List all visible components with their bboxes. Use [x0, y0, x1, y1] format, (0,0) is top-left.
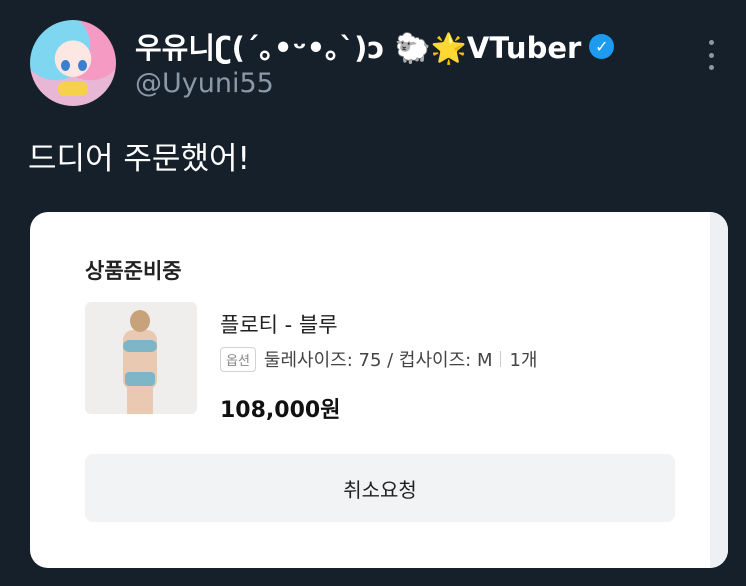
- price: 108,000원: [220, 398, 341, 423]
- image-figure-part: [127, 386, 153, 414]
- avatar-eye: [78, 60, 87, 71]
- display-name-text: 우유니ʗ(´｡•ᵕ•｡`)ɔ 🐑🌟VTuber: [135, 31, 582, 65]
- option-text: 둘레사이즈: 75 / 컵사이즈: M: [263, 350, 493, 371]
- image-figure-part: [130, 310, 150, 332]
- quantity: 1개: [509, 350, 538, 371]
- tweet-text: 드디어 주문했어!: [28, 141, 250, 177]
- cancel-request-button[interactable]: 취소요청: [85, 454, 675, 522]
- product-image[interactable]: [85, 302, 197, 414]
- avatar-eye: [61, 60, 70, 71]
- option-row: 옵션 둘레사이즈: 75 / 컵사이즈: M 1개: [220, 346, 538, 372]
- verified-badge-icon: ✓: [589, 33, 615, 59]
- order-status: 상품준비중: [85, 259, 182, 283]
- card-edge: [710, 212, 728, 568]
- more-dot: [708, 52, 714, 58]
- tweet: 우유니ʗ(´｡•ᵕ•｡`)ɔ 🐑🌟VTuber ✓ @Uyuni55 드디어 주…: [0, 0, 746, 586]
- more-dot: [708, 65, 714, 70]
- user-handle[interactable]: @Uyuni55: [135, 68, 274, 99]
- more-options-icon[interactable]: [704, 40, 718, 70]
- product-name[interactable]: 플로티 - 블루: [220, 309, 338, 339]
- avatar[interactable]: [30, 20, 116, 106]
- option-badge: 옵션: [220, 346, 256, 372]
- order-card[interactable]: 상품준비중 플로티 - 블루 옵션 둘레사이즈: 75 / 컵사이즈: M 1개…: [30, 212, 728, 568]
- display-name[interactable]: 우유니ʗ(´｡•ᵕ•｡`)ɔ 🐑🌟VTuber ✓: [135, 25, 615, 67]
- more-dot: [708, 40, 714, 45]
- divider: [500, 351, 502, 367]
- avatar-bow: [58, 82, 88, 96]
- image-figure-part: [123, 340, 157, 352]
- image-figure-part: [125, 372, 155, 386]
